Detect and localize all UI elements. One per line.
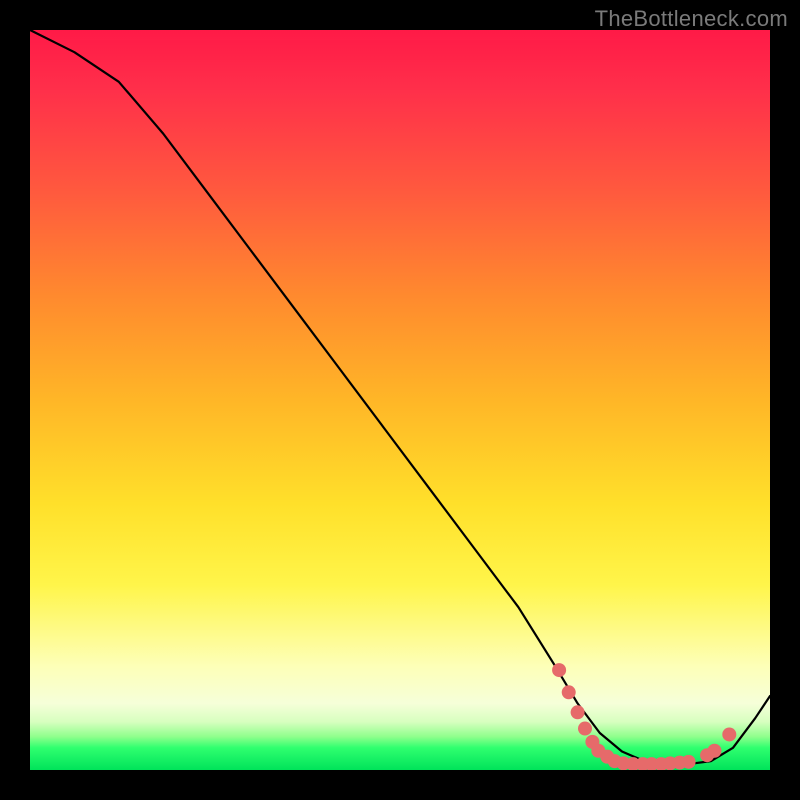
watermark-label: TheBottleneck.com bbox=[595, 6, 788, 32]
data-marker bbox=[722, 727, 736, 741]
plot-area bbox=[30, 30, 770, 770]
data-marker bbox=[552, 663, 566, 677]
data-marker bbox=[562, 685, 576, 699]
curve-svg bbox=[30, 30, 770, 770]
data-markers bbox=[552, 663, 736, 770]
data-marker bbox=[708, 744, 722, 758]
bottleneck-curve bbox=[30, 30, 770, 764]
data-marker bbox=[682, 755, 696, 769]
data-marker bbox=[578, 722, 592, 736]
chart-frame: TheBottleneck.com bbox=[0, 0, 800, 800]
data-marker bbox=[571, 705, 585, 719]
